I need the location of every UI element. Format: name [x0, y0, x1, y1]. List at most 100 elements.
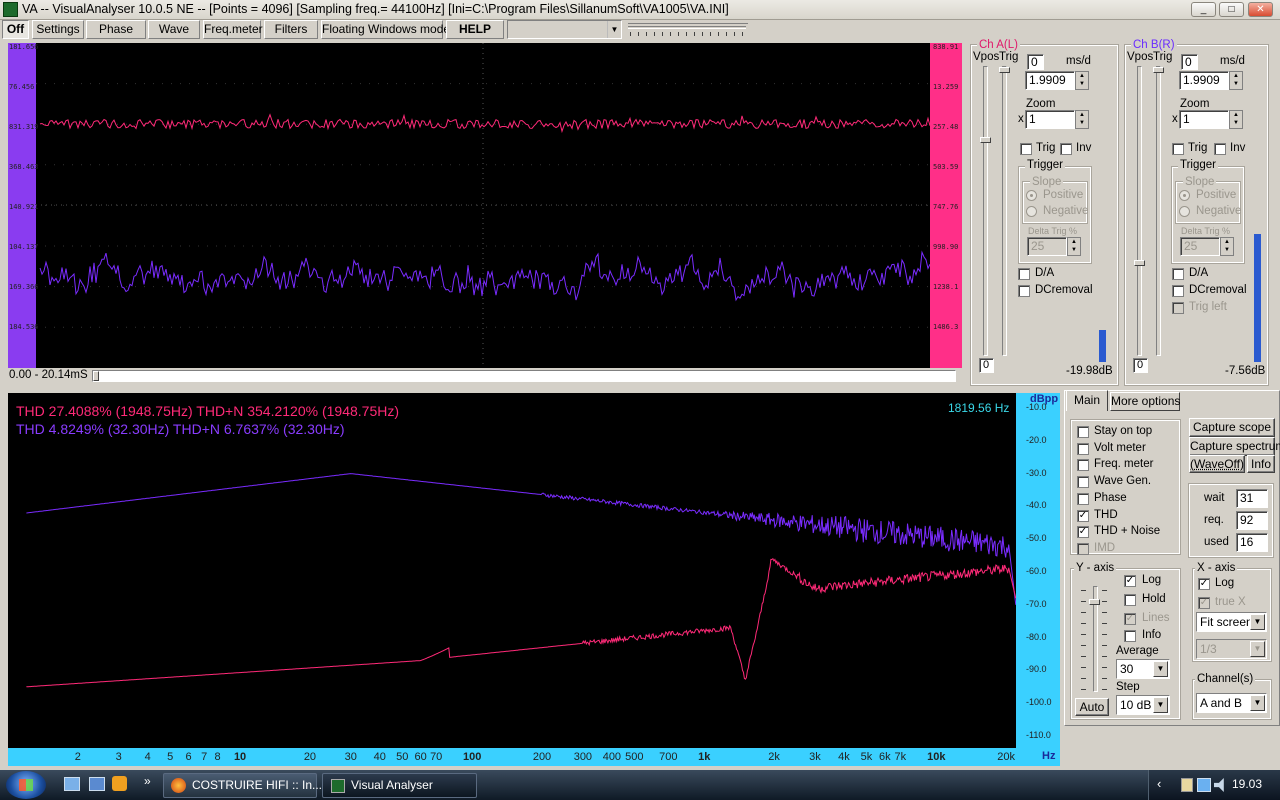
stat-value[interactable]: 16 [1236, 533, 1268, 552]
taskbar-firefox[interactable]: COSTRUIRE HIFI :: In... [163, 773, 317, 798]
chb-negative-radio[interactable] [1179, 206, 1190, 217]
x-tick: 8 [215, 751, 221, 763]
scope-scroll-thumb[interactable] [93, 371, 99, 381]
cha-zoom-field[interactable]: 1 [1025, 110, 1075, 129]
step-value: 10 dB [1120, 698, 1151, 712]
option-stay-on-top-checkbox[interactable] [1077, 426, 1089, 438]
toolbar-dropdown[interactable]: ▼ [507, 20, 622, 39]
option-thd-checkbox[interactable]: ✓ [1077, 510, 1089, 522]
spectrum-display[interactable]: dBpp -10.0 -20.0 -30.0 -40.0 -50.0 -60.0 -70.0-… [8, 393, 1060, 766]
chb-zoom-field[interactable]: 1 [1179, 110, 1229, 129]
average-select[interactable]: 30 ▼ [1116, 659, 1170, 679]
info-button[interactable]: Info [1247, 455, 1275, 473]
network-icon[interactable] [1197, 778, 1211, 792]
cha-zoom-spinner[interactable]: ▲ ▼ [1075, 110, 1089, 129]
truex-checkbox[interactable]: ✓ [1198, 597, 1210, 609]
step-select[interactable]: 10 dB ▼ [1116, 695, 1170, 715]
option-freq-meter-checkbox[interactable] [1077, 459, 1089, 471]
chb-ms-d-spinner[interactable]: ▲ ▼ [1229, 71, 1243, 90]
cha-vpos-slider[interactable] [983, 66, 988, 356]
va-icon [331, 779, 345, 793]
fraction-select[interactable]: 1/3 ▼ [1196, 639, 1267, 659]
stat-label: wait [1204, 492, 1224, 504]
cha-ms-field[interactable]: 0 [1027, 54, 1044, 70]
switch-windows-icon[interactable] [89, 777, 105, 791]
cha-positive-radio[interactable] [1026, 190, 1037, 201]
cha-delta-spinner[interactable]: ▲ ▼ [1067, 237, 1081, 256]
chb-inv-checkbox[interactable] [1214, 143, 1226, 155]
start-button[interactable] [6, 771, 46, 799]
cha-trig-checkbox[interactable] [1020, 143, 1032, 155]
chb-delta-spinner[interactable]: ▲ ▼ [1220, 237, 1234, 256]
chb-da-checkbox[interactable] [1172, 268, 1184, 280]
taskbar-visual-analyser[interactable]: Visual Analyser [322, 773, 477, 798]
stat-value[interactable]: 31 [1236, 489, 1268, 508]
chb-vpos-value[interactable]: 0 [1133, 358, 1148, 373]
maximize-button[interactable]: □ [1219, 2, 1244, 17]
filters-button[interactable]: Filters [264, 20, 318, 39]
phase-button[interactable]: Phase [86, 20, 146, 39]
capture-spectrum-button[interactable]: Capture spectrum [1189, 437, 1275, 456]
tray-expand-icon[interactable]: ‹ [1157, 776, 1161, 791]
freq-meter-button[interactable]: Freq.meter [203, 20, 261, 39]
stat-value[interactable]: 92 [1236, 511, 1268, 530]
option-thd-noise-checkbox[interactable]: ✓ [1077, 526, 1089, 538]
oscilloscope-display[interactable]: 181.656 76.456 831.319 368.463 140.921 104.13… [8, 43, 962, 368]
chb-delta-field[interactable]: 25 [1180, 237, 1220, 256]
cha-negative-radio[interactable] [1026, 206, 1037, 217]
x-log-checkbox[interactable]: ✓ [1198, 578, 1210, 590]
tab-main[interactable]: Main [1066, 390, 1108, 411]
scope-scrollbar[interactable] [92, 370, 956, 382]
cha-da-checkbox[interactable] [1018, 268, 1030, 280]
media-player-icon[interactable] [112, 776, 127, 791]
cha-ms-d-spinner[interactable]: ▲ ▼ [1075, 71, 1089, 90]
y-lines-checkbox[interactable]: ✓ [1124, 613, 1136, 625]
chevron-right-icon[interactable]: » [144, 774, 151, 788]
chb-dcremoval-checkbox[interactable] [1172, 285, 1184, 297]
cha-ms-d-field[interactable]: 1.9909 [1025, 71, 1075, 90]
window-title: VA -- VisualAnalyser 10.0.5 NE -- [Point… [22, 2, 729, 16]
minimize-button[interactable]: _ [1191, 2, 1216, 17]
y-info-label: Info [1142, 629, 1161, 641]
y-hold-checkbox[interactable] [1124, 594, 1136, 606]
channel-b-spectrum [26, 474, 1015, 605]
off-button[interactable]: Off [2, 20, 29, 39]
chb-trig-slider[interactable] [1156, 66, 1161, 356]
x-mode-select[interactable]: Fit screen ▼ [1196, 612, 1267, 632]
y-log-checkbox[interactable]: ✓ [1124, 575, 1136, 587]
cha-vpos-value[interactable]: 0 [979, 358, 994, 373]
y-axis-slider[interactable] [1093, 586, 1098, 692]
wave-button[interactable]: Wave [148, 20, 200, 39]
volume-icon[interactable] [1214, 778, 1228, 792]
chb-vpos-slider[interactable] [1137, 66, 1142, 356]
chb-zoom-spinner[interactable]: ▲ ▼ [1229, 110, 1243, 129]
cha-delta-field[interactable]: 25 [1027, 237, 1067, 256]
waveoff-button[interactable]: (WaveOff) [1189, 455, 1245, 473]
settings-button[interactable]: Settings [32, 20, 84, 39]
cha-dcremoval-checkbox[interactable] [1018, 285, 1030, 297]
option-volt-meter-checkbox[interactable] [1077, 443, 1089, 455]
chb-trig-checkbox[interactable] [1172, 143, 1184, 155]
y-info-checkbox[interactable] [1124, 630, 1136, 642]
show-desktop-icon[interactable] [64, 777, 80, 791]
cha-trig-slider[interactable] [1002, 66, 1007, 356]
option-imd-checkbox[interactable] [1077, 543, 1089, 555]
floating-windows-button[interactable]: Floating Windows mode [321, 20, 443, 39]
scope-right-tick: 1486.3 [933, 323, 958, 331]
tab-more-options[interactable]: More options [1110, 392, 1180, 411]
chb-positive-radio[interactable] [1179, 190, 1190, 201]
channels-select[interactable]: A and B ▼ [1196, 693, 1267, 713]
chb-ms-field[interactable]: 0 [1181, 54, 1198, 70]
tray-clipboard-icon[interactable] [1181, 778, 1193, 792]
taskbar-firefox-label: COSTRUIRE HIFI :: In... [192, 778, 322, 792]
option-wave-gen-checkbox[interactable] [1077, 476, 1089, 488]
toolbar-slider[interactable] [628, 23, 748, 36]
close-button[interactable]: ✕ [1248, 2, 1273, 17]
auto-button[interactable]: Auto [1075, 698, 1109, 716]
option-phase-checkbox[interactable] [1077, 493, 1089, 505]
cha-inv-checkbox[interactable] [1060, 143, 1072, 155]
help-button[interactable]: HELP [446, 20, 504, 39]
chb-trig-left-checkbox[interactable] [1172, 302, 1184, 314]
capture-scope-button[interactable]: Capture scope [1189, 418, 1275, 437]
chb-ms-d-field[interactable]: 1.9909 [1179, 71, 1229, 90]
